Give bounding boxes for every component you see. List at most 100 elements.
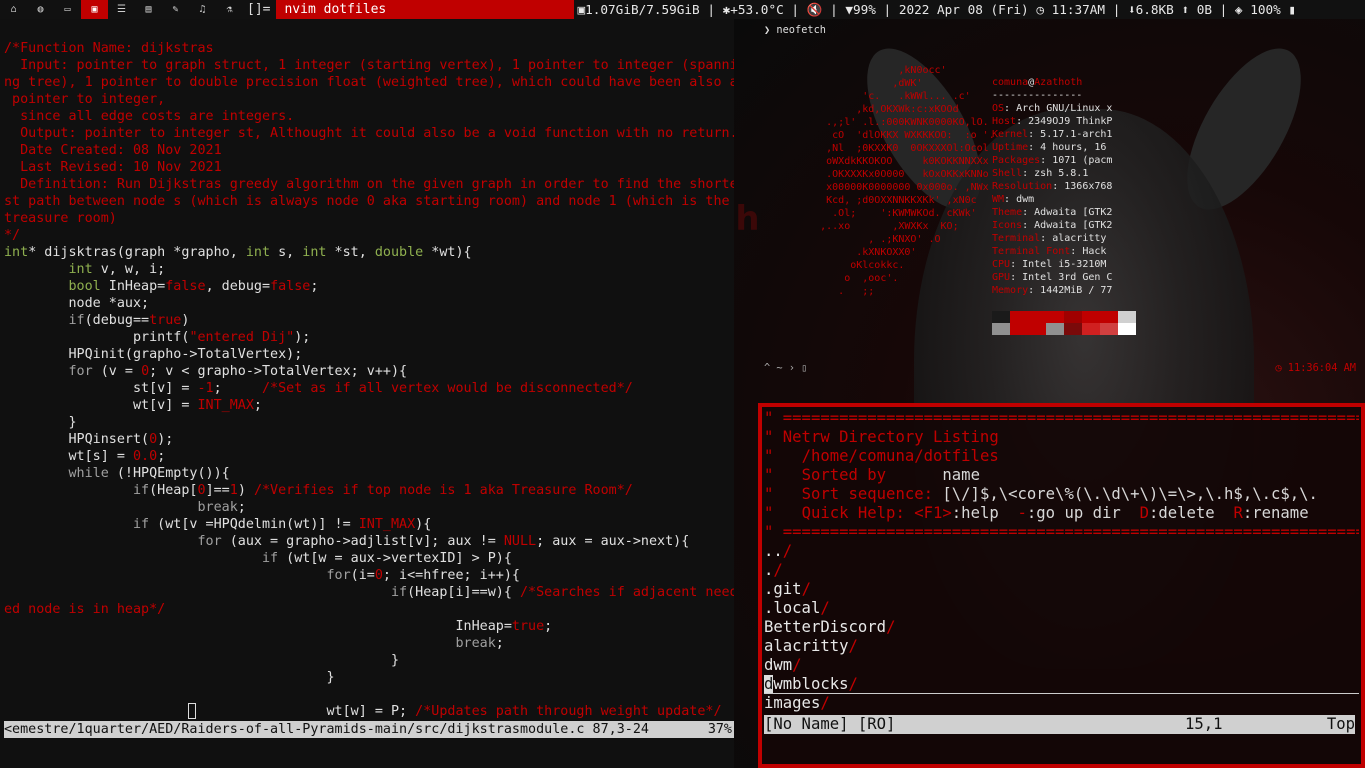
color-swatch: [1028, 323, 1046, 335]
globe-icon[interactable]: ◍: [27, 0, 54, 19]
home-icon[interactable]: ⌂: [0, 0, 27, 19]
code-line: Output: pointer to integer st, Althought…: [4, 125, 734, 142]
netrw-space: [905, 504, 914, 522]
layout-indicator[interactable]: []=: [243, 2, 276, 17]
code-line: Date Created: 08 Nov 2021: [4, 142, 734, 159]
netrw-entry[interactable]: dwmblocks/: [764, 675, 1359, 694]
netrw-entry[interactable]: ./: [764, 561, 1359, 580]
music-icon[interactable]: ♫: [189, 0, 216, 19]
info-value: 4 hours, 16: [1040, 142, 1107, 153]
entry-name[interactable]: dwm: [764, 656, 792, 674]
code-token: treasure room): [4, 211, 117, 226]
neofetch-terminal[interactable]: ❯ neofetch ,kN0occ' ,dWK' 'c. .kWWl... .…: [762, 22, 1358, 377]
nvim-window[interactable]: /*Function Name: dijkstras Input: pointe…: [0, 19, 734, 768]
code-token: 0: [197, 483, 206, 498]
netrw-entry[interactable]: .local/: [764, 599, 1359, 618]
code-line: HPQinit(grapho->TotalVertex);: [4, 346, 734, 363]
code-token: -1: [197, 381, 214, 396]
folder-icon[interactable]: ▭: [54, 0, 81, 19]
code-line: wt[s] = 0.0;: [4, 448, 734, 465]
netrw-entry[interactable]: .git/: [764, 580, 1359, 599]
code-token: for: [197, 534, 222, 549]
list-icon[interactable]: ☰: [108, 0, 135, 19]
code-token: /*Set as if all vertex would be disconne…: [261, 381, 633, 396]
code-token: ;: [310, 279, 319, 294]
code-token: ){: [415, 517, 432, 532]
entry-name[interactable]: images: [764, 694, 820, 712]
code-token: st[v] =: [4, 381, 198, 396]
code-token: if: [133, 517, 150, 532]
info-key: Host: [992, 116, 1017, 127]
code-token: Output: pointer to integer st, Althought…: [4, 126, 734, 141]
document-icon[interactable]: ▤: [135, 0, 162, 19]
code-line: }: [4, 669, 734, 686]
info-row: CPU: Intel i5-3210M: [992, 258, 1192, 271]
entry-name[interactable]: alacritty: [764, 637, 849, 655]
code-token: ): [181, 313, 190, 328]
info-colon: :: [1028, 129, 1041, 140]
netrw-entry[interactable]: BetterDiscord/: [764, 618, 1359, 637]
code-token: ; i<=hfree; i++){: [382, 568, 520, 583]
netrw-line: " Quick Help: <F1>:help -:go up dir D:de…: [764, 504, 1359, 523]
netrw-quote: ": [764, 428, 783, 446]
code-token: INT_MAX: [358, 517, 416, 532]
netrw-path: /home/comuna/dotfiles: [801, 447, 999, 465]
color-swatch: [1028, 311, 1046, 323]
info-value: 2349OJ9 ThinkP: [1028, 116, 1113, 127]
netrw-entry[interactable]: dwm/: [764, 656, 1359, 675]
code-buffer[interactable]: /*Function Name: dijkstras Input: pointe…: [4, 40, 734, 720]
code-token: , debug=: [205, 279, 271, 294]
code-line: for (v = 0; v < grapho->TotalVertex; v++…: [4, 363, 734, 380]
netrw-entry[interactable]: ../: [764, 542, 1359, 561]
code-token: HPQinsert(: [4, 432, 150, 447]
flask-icon[interactable]: ⚗: [216, 0, 243, 19]
info-key: Packages: [992, 155, 1041, 166]
info-colon: :: [1070, 246, 1083, 257]
color-swatch: [1064, 323, 1082, 335]
entry-slash: /: [820, 694, 830, 712]
code-token: /*Function Name: dijkstras: [4, 41, 214, 56]
code-line: InHeap=true;: [4, 618, 734, 635]
code-token: (aux = grapho->adjlist[v]; aux !=: [221, 534, 504, 549]
terminal-icon[interactable]: ▣: [81, 0, 108, 19]
code-token: ;: [157, 449, 166, 464]
entry-name[interactable]: wmblocks: [773, 675, 848, 693]
entry-name[interactable]: BetterDiscord: [764, 618, 886, 636]
code-line: }: [4, 652, 734, 669]
palette-row: [992, 323, 1136, 335]
info-key: Uptime: [992, 142, 1029, 153]
entry-name[interactable]: ..: [764, 542, 783, 560]
sorted-value: name: [942, 466, 980, 484]
entry-name[interactable]: .local: [764, 599, 820, 617]
info-row: WM: dwm: [992, 193, 1192, 206]
terminal-prompt-current[interactable]: ^ ~ › ▯: [764, 362, 807, 375]
code-line: break;: [4, 499, 734, 516]
color-swatch: [1064, 311, 1082, 323]
netrw-line: " Sort sequence: [\/]$,\<core\%(\.\d\+\)…: [764, 485, 1359, 504]
code-line: ed node is in heap*/: [4, 601, 734, 618]
code-line: /*Function Name: dijkstras: [4, 40, 734, 57]
info-colon: :: [1040, 233, 1053, 244]
prompt-clock: ◷ 11:36:04 AM: [1275, 362, 1356, 374]
entry-slash: /: [848, 637, 858, 655]
netrw-entry[interactable]: alacritty/: [764, 637, 1359, 656]
info-colon: :: [1052, 181, 1065, 192]
netrw-listing[interactable]: " ======================================…: [764, 409, 1359, 713]
info-row: Theme: Adwaita [GTK2: [992, 206, 1192, 219]
code-token: (v =: [92, 364, 142, 379]
code-token: if: [390, 585, 408, 600]
code-token: while: [68, 466, 109, 481]
entry-name[interactable]: .: [764, 561, 773, 579]
netrw-entry[interactable]: images/: [764, 694, 1359, 713]
entry-name[interactable]: .git: [764, 580, 802, 598]
info-colon: :: [1010, 272, 1023, 283]
info-value: Adwaita [GTK2: [1034, 220, 1113, 231]
code-token: pointer to integer,: [4, 92, 166, 107]
color-swatch: [1082, 323, 1100, 335]
cursor-position: 15,1: [1185, 715, 1223, 733]
netrw-window[interactable]: " ======================================…: [758, 403, 1365, 768]
code-line: if(Heap[i]==w){ /*Searches if adjacent n…: [4, 584, 734, 601]
pencil-icon[interactable]: ✎: [162, 0, 189, 19]
